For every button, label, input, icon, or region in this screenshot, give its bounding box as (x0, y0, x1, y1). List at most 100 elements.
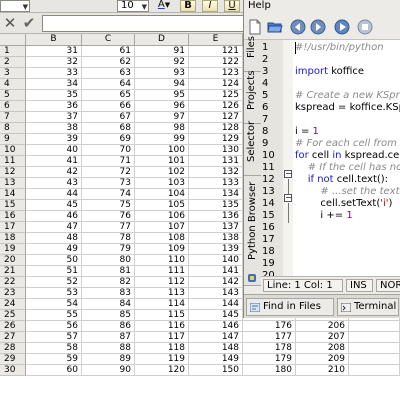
table-cell[interactable]: 68 (82, 123, 135, 134)
table-cell[interactable]: 149 (189, 354, 243, 365)
row-header[interactable]: 2 (0, 57, 26, 68)
table-cell[interactable]: 61 (82, 46, 135, 57)
table-cell[interactable]: 42 (26, 167, 82, 178)
table-cell[interactable]: 35 (26, 90, 82, 101)
table-cell[interactable]: 139 (189, 244, 243, 255)
table-cell[interactable]: 123 (189, 68, 243, 79)
table-cell[interactable]: 67 (82, 112, 135, 123)
column-header-e[interactable]: E (189, 34, 243, 46)
table-cell[interactable]: 69 (82, 134, 135, 145)
table-cell[interactable]: 88 (82, 343, 135, 354)
table-cell[interactable]: 133 (189, 178, 243, 189)
row-header[interactable]: 30 (0, 365, 26, 376)
column-header-d[interactable]: D (135, 34, 189, 46)
table-cell[interactable]: 135 (189, 200, 243, 211)
table-cell[interactable]: 115 (135, 310, 189, 321)
table-cell[interactable]: 95 (135, 90, 189, 101)
table-cell[interactable]: 80 (82, 255, 135, 266)
table-cell[interactable]: 102 (135, 167, 189, 178)
row-header[interactable]: 15 (0, 200, 26, 211)
row-header[interactable]: 16 (0, 211, 26, 222)
table-cell[interactable]: 110 (135, 255, 189, 266)
table-cell[interactable]: 36 (26, 101, 82, 112)
table-cell[interactable]: 144 (189, 299, 243, 310)
table-cell[interactable]: 114 (135, 299, 189, 310)
table-cell[interactable] (349, 332, 400, 343)
open-folder-icon[interactable] (266, 18, 284, 36)
table-cell[interactable]: 208 (296, 343, 349, 354)
table-cell[interactable]: 34 (26, 79, 82, 90)
table-cell[interactable]: 103 (135, 178, 189, 189)
row-header[interactable]: 27 (0, 332, 26, 343)
table-cell[interactable]: 52 (26, 277, 82, 288)
row-header[interactable]: 1 (0, 46, 26, 57)
table-cell[interactable]: 57 (26, 332, 82, 343)
side-tab-projects[interactable]: Projects (244, 71, 261, 124)
row-header[interactable]: 29 (0, 354, 26, 365)
table-cell[interactable]: 62 (82, 57, 135, 68)
font-name-combo[interactable]: ▼ (0, 0, 30, 12)
table-cell[interactable]: 104 (135, 189, 189, 200)
table-cell[interactable]: 71 (82, 156, 135, 167)
chevron-down-icon[interactable]: ▼ (23, 2, 28, 12)
table-cell[interactable]: 63 (82, 68, 135, 79)
table-cell[interactable]: 74 (82, 189, 135, 200)
table-cell[interactable]: 73 (82, 178, 135, 189)
table-cell[interactable]: 79 (82, 244, 135, 255)
table-cell[interactable]: 143 (189, 288, 243, 299)
side-tab-files[interactable]: Files (244, 36, 261, 72)
row-header[interactable]: 7 (0, 112, 26, 123)
table-cell[interactable]: 177 (243, 332, 296, 343)
row-header[interactable]: 11 (0, 156, 26, 167)
table-cell[interactable]: 118 (135, 343, 189, 354)
table-cell[interactable]: 84 (82, 299, 135, 310)
table-cell[interactable]: 210 (296, 365, 349, 376)
table-cell[interactable]: 105 (135, 200, 189, 211)
table-cell[interactable]: 98 (135, 123, 189, 134)
table-cell[interactable]: 92 (135, 57, 189, 68)
table-cell[interactable]: 112 (135, 277, 189, 288)
table-cell[interactable]: 46 (26, 211, 82, 222)
table-cell[interactable]: 89 (82, 354, 135, 365)
table-cell[interactable]: 207 (296, 332, 349, 343)
table-cell[interactable]: 39 (26, 134, 82, 145)
table-cell[interactable]: 121 (189, 46, 243, 57)
table-cell[interactable]: 206 (296, 321, 349, 332)
table-cell[interactable]: 101 (135, 156, 189, 167)
table-cell[interactable]: 137 (189, 222, 243, 233)
row-header[interactable]: 20 (0, 255, 26, 266)
table-cell[interactable] (349, 321, 400, 332)
table-cell[interactable]: 91 (135, 46, 189, 57)
table-cell[interactable]: 65 (82, 90, 135, 101)
back-icon[interactable] (289, 18, 307, 36)
table-cell[interactable]: 141 (189, 266, 243, 277)
cancel-edit-button[interactable]: ✕ (1, 15, 19, 32)
code-editor[interactable]: #!/usr/bin/python import koffice # Create … (293, 40, 400, 276)
row-header[interactable]: 5 (0, 90, 26, 101)
table-cell[interactable]: 48 (26, 233, 82, 244)
table-cell[interactable]: 146 (189, 321, 243, 332)
table-cell[interactable] (349, 343, 400, 354)
table-cell[interactable]: 125 (189, 90, 243, 101)
row-header[interactable]: 8 (0, 123, 26, 134)
table-cell[interactable]: 70 (82, 145, 135, 156)
side-tab-selector[interactable]: Selector (244, 121, 261, 176)
table-cell[interactable]: 176 (243, 321, 296, 332)
table-cell[interactable]: 126 (189, 101, 243, 112)
table-cell[interactable]: 41 (26, 156, 82, 167)
table-cell[interactable]: 140 (189, 255, 243, 266)
table-cell[interactable]: 38 (26, 123, 82, 134)
table-cell[interactable]: 127 (189, 112, 243, 123)
table-cell[interactable]: 51 (26, 266, 82, 277)
row-header[interactable]: 12 (0, 167, 26, 178)
row-header[interactable]: 14 (0, 189, 26, 200)
table-cell[interactable]: 99 (135, 134, 189, 145)
text-color-button[interactable]: A▼ (153, 0, 175, 12)
column-header-b[interactable]: B (26, 34, 82, 46)
column-header-c[interactable]: C (82, 34, 135, 46)
table-cell[interactable]: 106 (135, 211, 189, 222)
row-header[interactable]: 22 (0, 277, 26, 288)
row-header[interactable]: 25 (0, 310, 26, 321)
table-cell[interactable]: 111 (135, 266, 189, 277)
table-cell[interactable]: 180 (243, 365, 296, 376)
